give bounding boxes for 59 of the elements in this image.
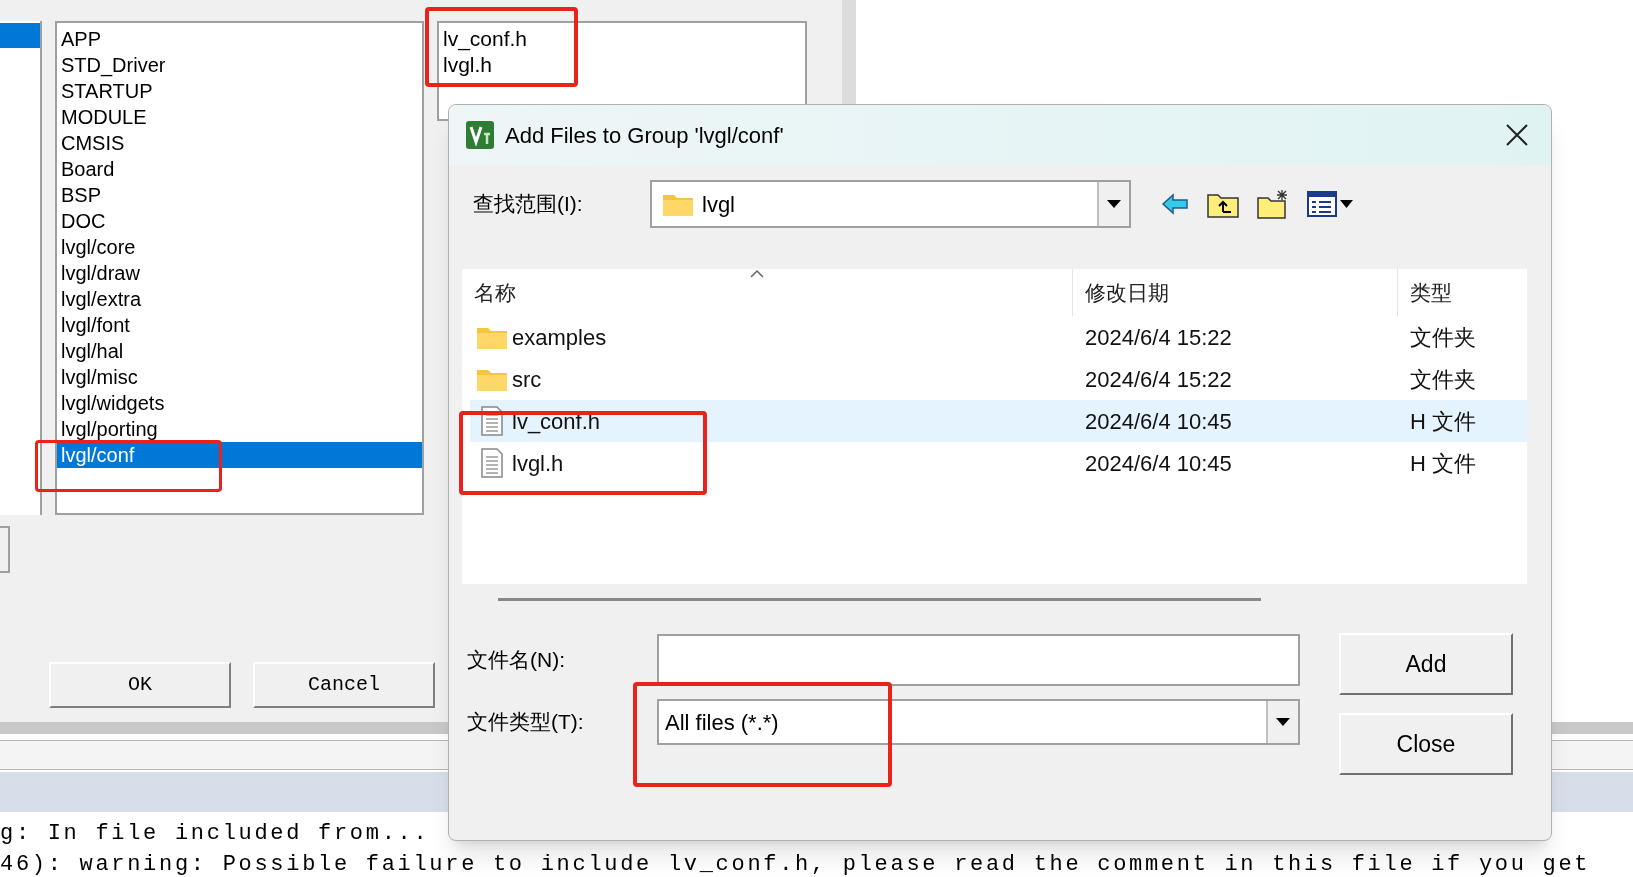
modified-date: 2024/6/4 15:22 bbox=[1085, 324, 1232, 350]
group-item[interactable]: lvgl/misc bbox=[57, 364, 422, 390]
window-title: Add Files to Group 'lvgl/conf' bbox=[505, 121, 784, 150]
file-name: examples bbox=[512, 323, 607, 352]
dropdown-button[interactable] bbox=[1266, 701, 1298, 743]
file-name: src bbox=[512, 365, 542, 394]
file-item[interactable]: lvgl.h bbox=[439, 52, 493, 78]
look-in-dropdown[interactable]: lvgl bbox=[650, 180, 1131, 228]
group-item[interactable]: Board bbox=[57, 156, 422, 182]
dialog-button[interactable]: Close bbox=[1339, 713, 1513, 775]
console-line: 46): warning: Possible failure to include lv_conf.h, please read the comment in this file if you get bbox=[0, 851, 1592, 877]
group-item[interactable]: STD_Driver bbox=[57, 52, 422, 78]
view-menu-icon[interactable] bbox=[1307, 191, 1353, 217]
dropdown-button[interactable] bbox=[1097, 182, 1129, 226]
new-folder-icon[interactable] bbox=[1257, 189, 1289, 219]
modified-date: 2024/6/4 15:22 bbox=[1085, 366, 1232, 392]
file-type: H 文件 bbox=[1410, 408, 1476, 434]
group-item[interactable]: APP bbox=[57, 26, 422, 52]
group-item[interactable]: lvgl/font bbox=[57, 312, 422, 338]
file-type-label: 文件类型(T): bbox=[467, 709, 585, 736]
group-item[interactable]: lvgl/porting bbox=[57, 416, 422, 442]
group-item[interactable]: lvgl/draw bbox=[57, 260, 422, 286]
file-type: 文件夹 bbox=[1410, 324, 1476, 350]
dialog-button[interactable]: OK bbox=[49, 662, 231, 708]
caret-icon bbox=[1107, 200, 1121, 208]
group-item[interactable]: STARTUP bbox=[57, 78, 422, 104]
dialog-button[interactable]: Add bbox=[1339, 633, 1513, 695]
modified-date: 2024/6/4 10:45 bbox=[1085, 408, 1232, 434]
look-in-value: lvgl bbox=[702, 190, 735, 219]
back-icon[interactable] bbox=[1161, 193, 1189, 215]
file-row[interactable]: lv_conf.h 2024/6/4 10:45 H 文件 bbox=[470, 400, 1527, 442]
file-type: 文件夹 bbox=[1410, 366, 1476, 392]
group-item[interactable]: lvgl/hal bbox=[57, 338, 422, 364]
group-item[interactable]: lvgl/conf bbox=[57, 442, 422, 468]
sort-caret-icon bbox=[749, 269, 765, 279]
group-item[interactable]: CMSIS bbox=[57, 130, 422, 156]
file-type: H 文件 bbox=[1410, 450, 1476, 476]
file-item[interactable]: lv_conf.h bbox=[439, 26, 528, 52]
console-line: g: In file included from... bbox=[0, 820, 431, 848]
dialog-button[interactable]: Cancel bbox=[253, 662, 435, 708]
group-item[interactable]: BSP bbox=[57, 182, 422, 208]
group-item[interactable]: lvgl/core bbox=[57, 234, 422, 260]
caret-icon bbox=[1276, 718, 1290, 726]
file-name: lvgl.h bbox=[512, 449, 564, 478]
selection-highlight bbox=[0, 23, 40, 48]
look-in-label: 查找范围(I): bbox=[473, 191, 584, 218]
group-item[interactable]: MODULE bbox=[57, 104, 422, 130]
file-name-label: 文件名(N): bbox=[467, 647, 566, 674]
modified-date: 2024/6/4 10:45 bbox=[1085, 450, 1232, 476]
group-item[interactable]: lvgl/widgets bbox=[57, 390, 422, 416]
file-type-value: All files (*.*) bbox=[665, 708, 779, 737]
group-item[interactable]: lvgl/extra bbox=[57, 286, 422, 312]
file-name: lv_conf.h bbox=[512, 407, 601, 436]
file-type-dropdown[interactable]: All files (*.*) bbox=[657, 699, 1300, 745]
group-item[interactable]: DOC bbox=[57, 208, 422, 234]
close-icon[interactable] bbox=[1505, 123, 1529, 147]
file-name-field[interactable] bbox=[657, 634, 1300, 686]
app-icon bbox=[465, 120, 495, 150]
column-header[interactable]: 类型 bbox=[1398, 269, 1527, 316]
